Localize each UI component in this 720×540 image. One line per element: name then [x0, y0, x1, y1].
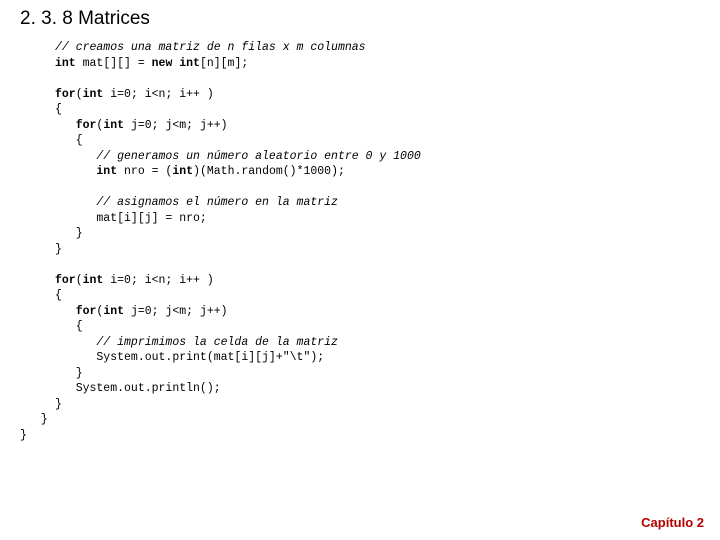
- section-heading: 2. 3. 8 Matrices: [0, 0, 720, 30]
- code-text: [n][m];: [200, 57, 248, 70]
- code-text: System.out.print(mat[i][j]+"\t");: [55, 351, 324, 364]
- code-text: mat[i][j] = nro;: [55, 212, 207, 225]
- code-text: }: [55, 227, 83, 240]
- code-keyword: int: [55, 165, 117, 178]
- code-keyword: for: [55, 119, 96, 132]
- code-comment: // generamos un número aleatorio entre 0…: [55, 150, 421, 163]
- code-keyword: int: [83, 274, 104, 287]
- code-comment: // imprimimos la celda de la matriz: [55, 336, 338, 349]
- code-text: {: [55, 320, 83, 333]
- code-text: }: [20, 429, 27, 442]
- code-keyword: int: [83, 88, 104, 101]
- code-keyword: int: [103, 305, 124, 318]
- code-keyword: for: [55, 305, 96, 318]
- code-text: i=0; i<n; i++ ): [103, 274, 213, 287]
- code-text: (: [76, 274, 83, 287]
- code-keyword: for: [55, 88, 76, 101]
- code-keyword: int: [103, 119, 124, 132]
- code-text: {: [55, 134, 83, 147]
- code-block-tail: } }: [0, 412, 720, 443]
- code-text: }: [20, 413, 48, 426]
- code-keyword: new int: [152, 57, 200, 70]
- chapter-footer: Capítulo 2: [641, 515, 704, 530]
- code-text: {: [55, 289, 62, 302]
- code-text: }: [55, 243, 62, 256]
- code-comment: // asignamos el número en la matriz: [55, 196, 338, 209]
- code-text: i=0; i<n; i++ ): [103, 88, 213, 101]
- code-keyword: int: [55, 57, 76, 70]
- code-text: {: [55, 103, 62, 116]
- code-keyword: for: [55, 274, 76, 287]
- code-text: j=0; j<m; j++): [124, 119, 228, 132]
- code-block: // creamos una matriz de n filas x m col…: [0, 30, 720, 412]
- code-text: mat[][] =: [76, 57, 152, 70]
- code-text: )(Math.random()*1000);: [193, 165, 345, 178]
- code-text: System.out.println();: [55, 382, 221, 395]
- code-comment: // creamos una matriz de n filas x m col…: [55, 41, 366, 54]
- code-text: }: [55, 398, 62, 411]
- code-keyword: int: [172, 165, 193, 178]
- code-text: j=0; j<m; j++): [124, 305, 228, 318]
- code-text: }: [55, 367, 83, 380]
- code-text: nro = (: [117, 165, 172, 178]
- code-text: (: [76, 88, 83, 101]
